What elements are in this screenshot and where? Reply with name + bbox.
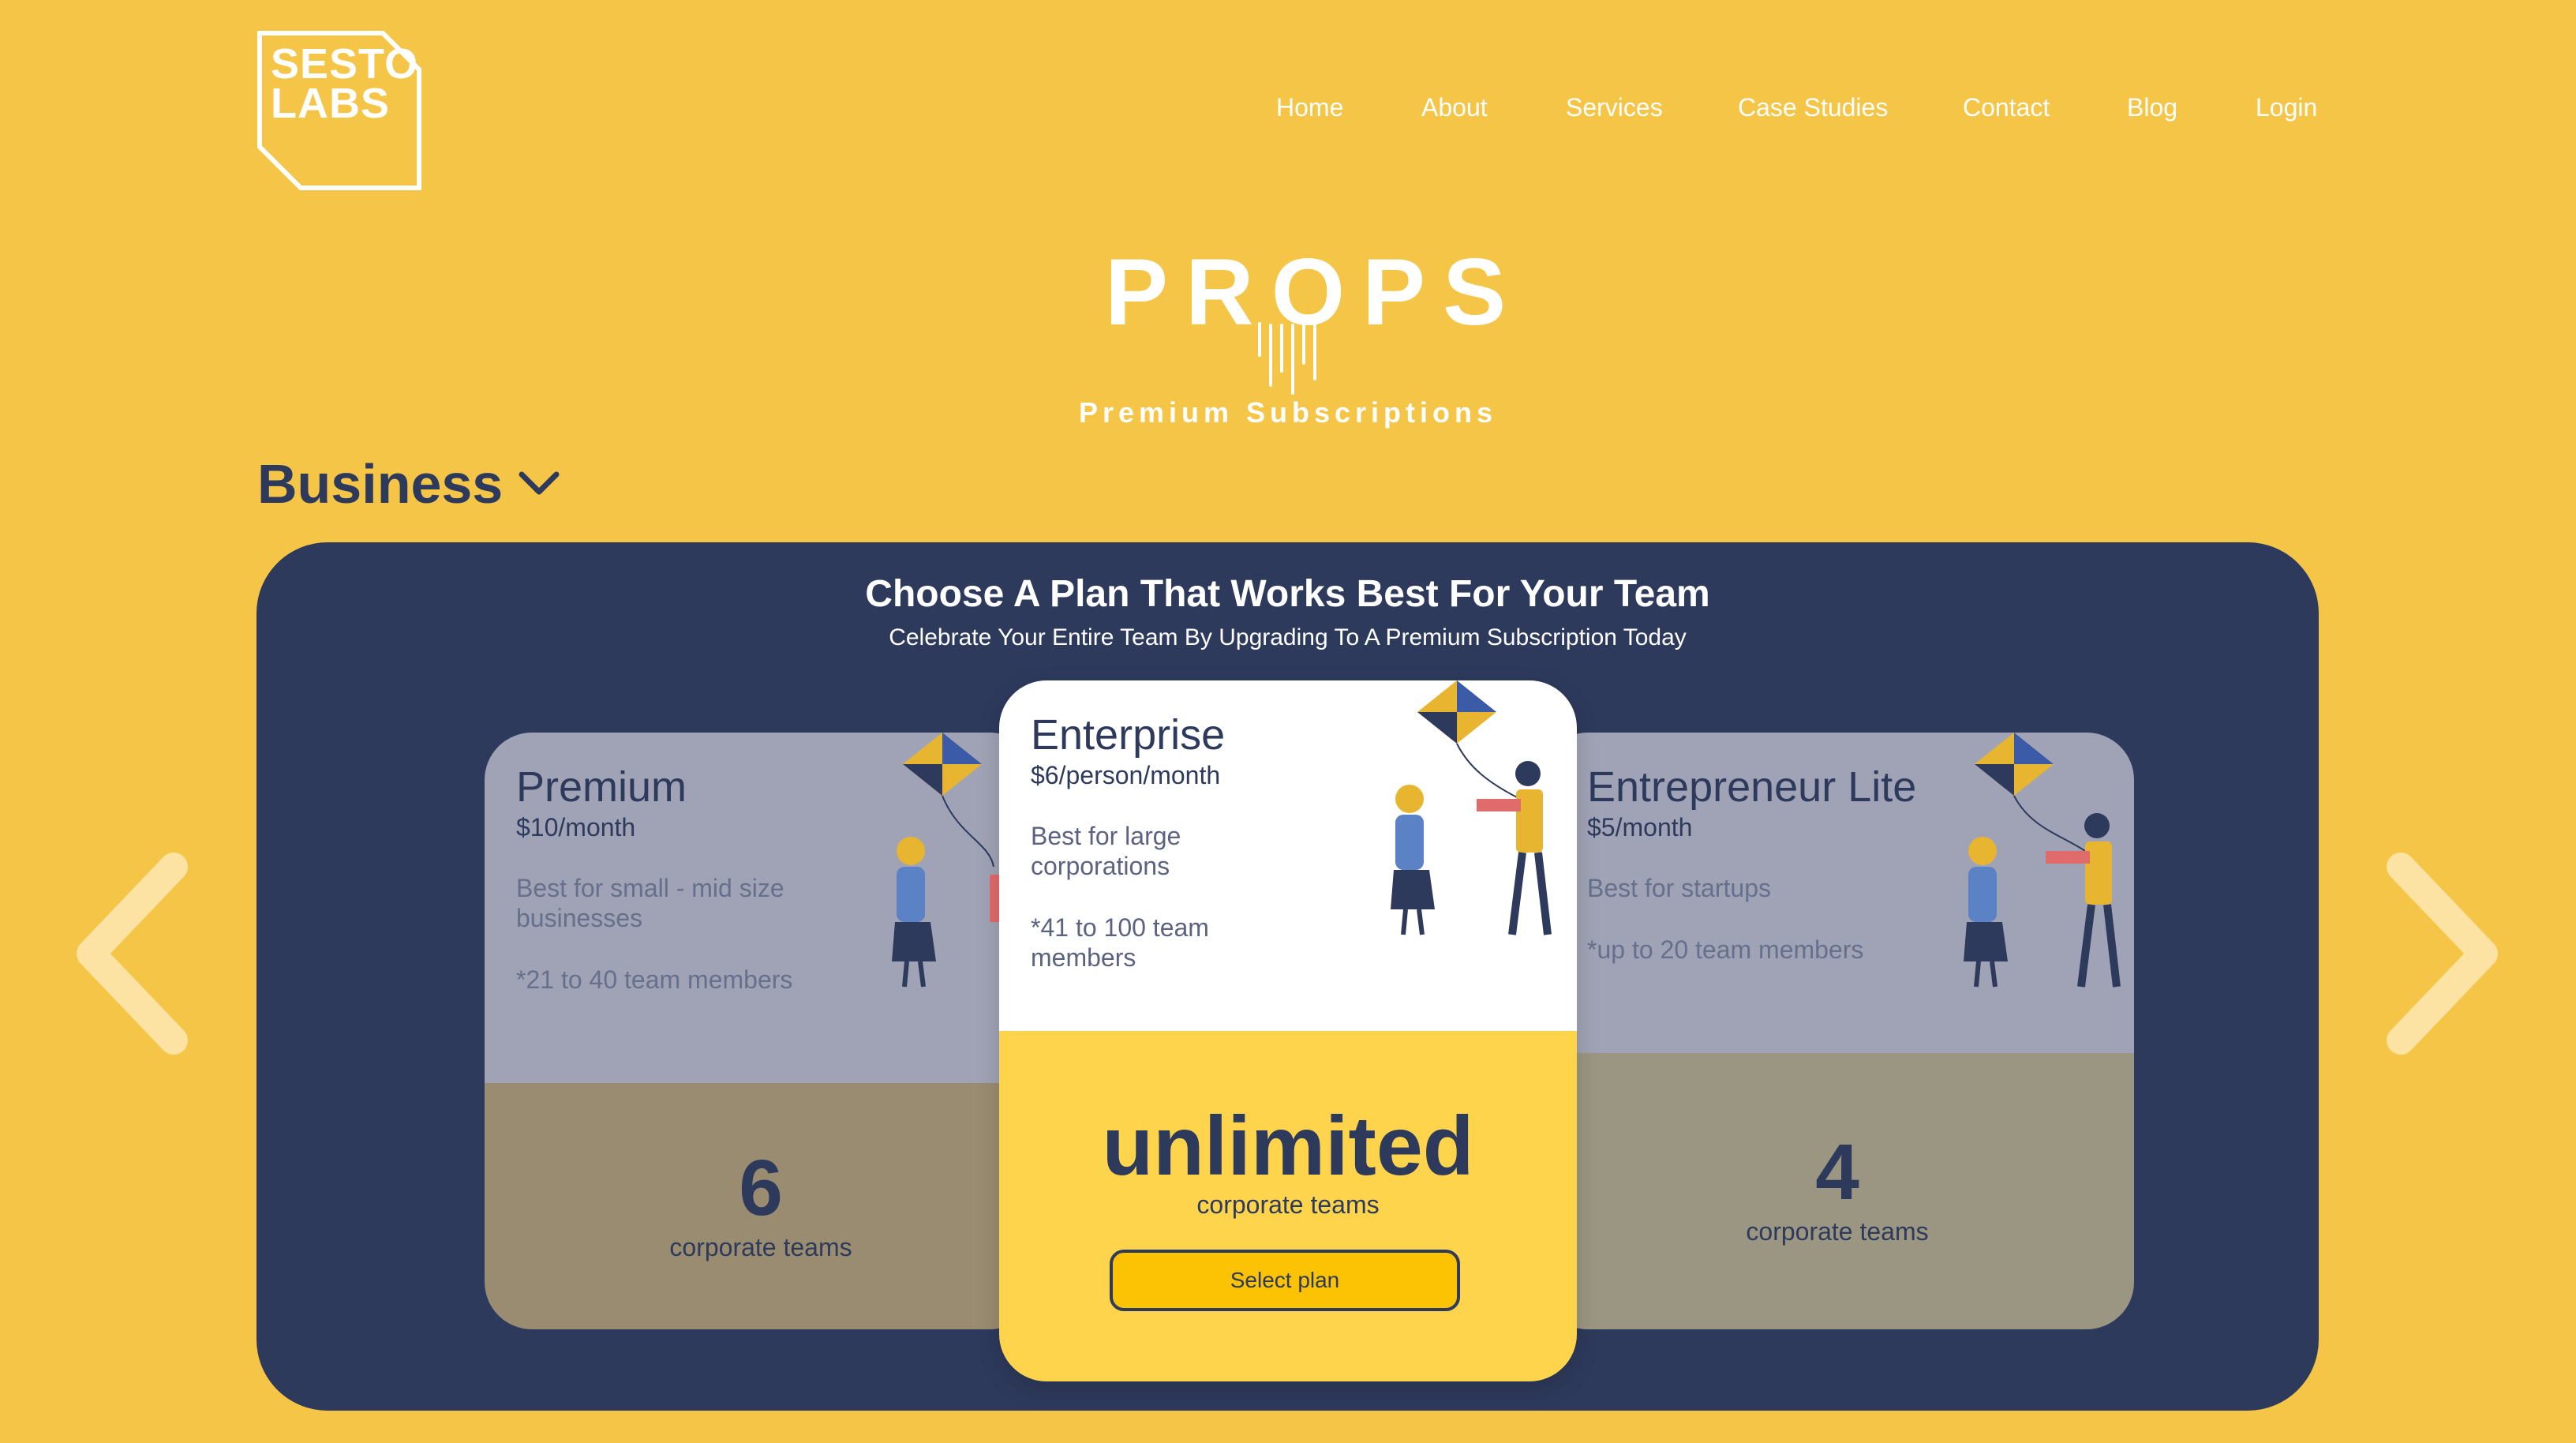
plan-card-entrepreneur-lite[interactable]: Entrepreneur Lite $5/month Best for star… — [1541, 733, 2134, 1329]
nav-case-studies[interactable]: Case Studies — [1738, 93, 1888, 122]
props-tagline: Premium Subscriptions — [1078, 396, 1498, 429]
chevron-down-icon — [519, 471, 560, 495]
nav-login[interactable]: Login — [2256, 93, 2317, 122]
main-nav: Home About Services Case Studies Contact… — [0, 93, 2576, 133]
nav-blog[interactable]: Blog — [2127, 93, 2177, 122]
plan-team-count: 6 — [739, 1144, 783, 1232]
props-brand: PROPS Premium Subscriptions — [1073, 237, 1506, 442]
carousel-prev-button[interactable] — [71, 851, 197, 1056]
panel-subtitle: Celebrate Your Entire Team By Upgrading … — [889, 624, 1687, 650]
category-dropdown[interactable]: Business — [257, 448, 561, 519]
nav-contact[interactable]: Contact — [1963, 93, 2050, 122]
select-plan-button[interactable]: Select plan — [1110, 1250, 1460, 1311]
category-label: Business — [257, 453, 504, 515]
plan-description: Best for small - mid size businesses — [516, 874, 784, 932]
panel-title: Choose A Plan That Works Best For Your T… — [865, 573, 1710, 615]
plan-team-count: unlimited — [1102, 1100, 1474, 1193]
plan-price: $5/month — [1587, 813, 1693, 841]
plan-members: *up to 20 team members — [1587, 935, 1864, 964]
plan-members: *41 to 100 team members — [1031, 913, 1209, 972]
kite-people-illustration — [1391, 680, 1552, 935]
nav-home[interactable]: Home — [1276, 93, 1343, 122]
kite-people-illustration — [1964, 733, 2121, 988]
plan-description: Best for large corporations — [1031, 822, 1181, 880]
carousel-next-button[interactable] — [2377, 851, 2503, 1056]
plan-members: *21 to 40 team members — [516, 965, 793, 994]
plan-price: $6/person/month — [1031, 761, 1221, 789]
plan-card-enterprise[interactable]: Enterprise $6/person/month Best for larg… — [999, 680, 1577, 1381]
plan-name: Entrepreneur Lite — [1587, 763, 1917, 811]
chevron-right-icon — [2387, 853, 2498, 1055]
plan-team-count-unit: corporate teams — [1196, 1190, 1380, 1219]
plan-team-count-unit: corporate teams — [1746, 1217, 1929, 1246]
plan-team-count: 4 — [1815, 1128, 1859, 1216]
chevron-left-icon — [77, 853, 188, 1055]
plan-card-premium[interactable]: Premium $10/month Best for small - mid s… — [485, 733, 1037, 1329]
nav-services[interactable]: Services — [1566, 93, 1663, 122]
plan-price: $10/month — [516, 813, 636, 841]
plan-description: Best for startups — [1587, 874, 1771, 902]
nav-about[interactable]: About — [1421, 93, 1488, 122]
logo-line-1: SESTO — [271, 40, 419, 88]
plan-name: Premium — [516, 763, 687, 811]
football-streak-icon — [1258, 322, 1316, 395]
plan-team-count-unit: corporate teams — [669, 1233, 852, 1261]
plan-name: Enterprise — [1031, 711, 1226, 759]
